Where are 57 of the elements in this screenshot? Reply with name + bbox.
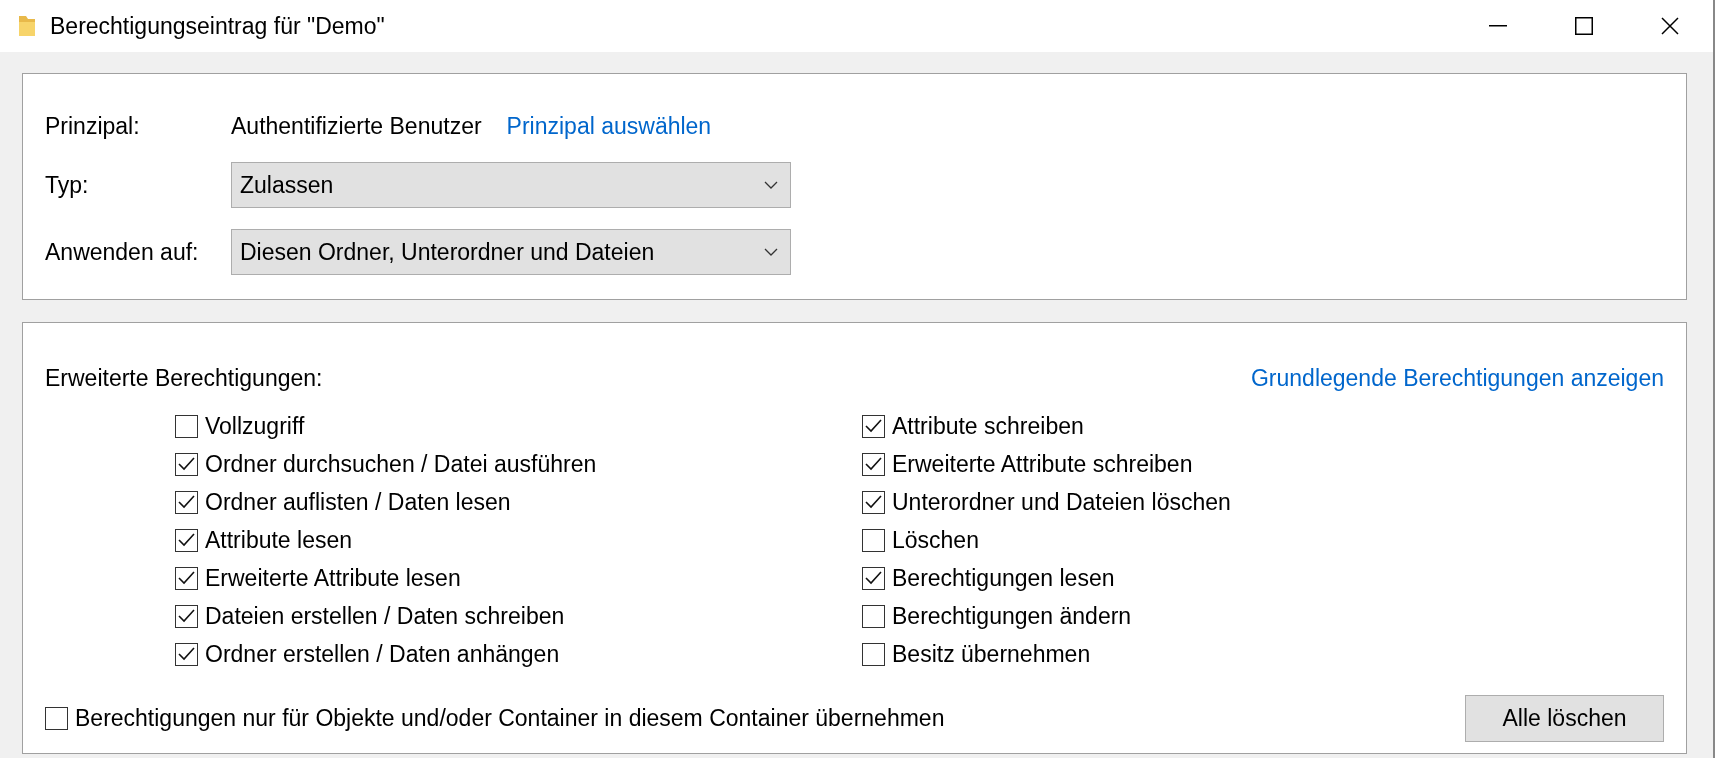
permissions-heading: Erweiterte Berechtigungen: <box>45 365 323 392</box>
checkbox[interactable] <box>862 642 885 666</box>
checkbox[interactable] <box>862 414 885 438</box>
field-label: Typ: <box>45 171 90 199</box>
checkbox[interactable] <box>175 452 198 476</box>
checkbox[interactable] <box>45 707 68 730</box>
close-icon <box>1661 17 1679 35</box>
checkbox[interactable] <box>175 566 198 590</box>
checkbox-label[interactable]: Berechtigungen nur für Objekte und/oder Container in diesem Container übernehmen <box>75 705 945 732</box>
checkbox-label[interactable]: Besitz übernehmen <box>892 640 1091 668</box>
maximize-icon <box>1575 17 1593 35</box>
checkbox-label[interactable]: Attribute lesen <box>205 526 353 554</box>
checkbox[interactable] <box>862 528 885 552</box>
checkbox-label[interactable]: Ordner erstellen / Daten anhängen <box>205 640 560 668</box>
checkbox[interactable] <box>862 452 885 476</box>
checkbox-label[interactable]: Erweiterte Attribute schreiben <box>892 450 1193 478</box>
principal-label: Prinzipal: <box>45 112 141 140</box>
checkmark-icon <box>865 571 882 585</box>
checkbox-label[interactable]: Attribute schreiben <box>892 412 1084 440</box>
checkmark-icon <box>178 457 195 471</box>
checkbox[interactable] <box>862 490 885 514</box>
checkbox-label[interactable]: Löschen <box>892 526 979 554</box>
checkbox-label[interactable]: Erweiterte Attribute lesen <box>205 564 461 592</box>
dropdown[interactable]: Zulassen <box>231 162 791 208</box>
checkbox[interactable] <box>862 566 885 590</box>
select-principal-link[interactable]: Prinzipal auswählen <box>506 112 712 140</box>
checkbox-label[interactable]: Vollzugriff <box>205 412 305 440</box>
checkbox-label[interactable]: Ordner durchsuchen / Datei ausführen <box>205 450 597 478</box>
checkbox[interactable] <box>175 604 198 628</box>
chevron-down-icon <box>764 248 778 256</box>
field-label: Anwenden auf: <box>45 238 200 266</box>
checkmark-icon <box>178 609 195 623</box>
folder-icon <box>18 14 36 38</box>
basic-permissions-link[interactable]: Grundlegende Berechtigungen anzeigen <box>1250 365 1664 392</box>
minimize-icon <box>1489 25 1507 27</box>
dropdown[interactable]: Diesen Ordner, Unterordner und Dateien <box>231 229 791 275</box>
checkbox-label[interactable]: Dateien erstellen / Daten schreiben <box>205 602 565 630</box>
checkmark-icon <box>865 457 882 471</box>
checkbox-label[interactable]: Ordner auflisten / Daten lesen <box>205 488 511 516</box>
checkbox[interactable] <box>175 414 198 438</box>
checkbox[interactable] <box>862 604 885 628</box>
checkmark-icon <box>865 419 882 433</box>
window-title: Berechtigungseintrag für "Demo" <box>50 12 385 40</box>
checkmark-icon <box>178 647 195 661</box>
clear-all-button[interactable]: Alle löschen <box>1465 695 1664 742</box>
checkmark-icon <box>178 571 195 585</box>
checkbox[interactable] <box>175 642 198 666</box>
checkbox[interactable] <box>175 528 198 552</box>
principal-value: Authentifizierte Benutzer <box>231 112 482 140</box>
checkbox-label[interactable]: Berechtigungen lesen <box>892 564 1115 592</box>
checkbox-label[interactable]: Unterordner und Dateien löschen <box>892 488 1231 516</box>
checkbox-label[interactable]: Berechtigungen ändern <box>892 602 1132 630</box>
checkmark-icon <box>178 533 195 547</box>
checkbox[interactable] <box>175 490 198 514</box>
chevron-down-icon <box>764 181 778 189</box>
checkmark-icon <box>178 495 195 509</box>
checkmark-icon <box>865 495 882 509</box>
